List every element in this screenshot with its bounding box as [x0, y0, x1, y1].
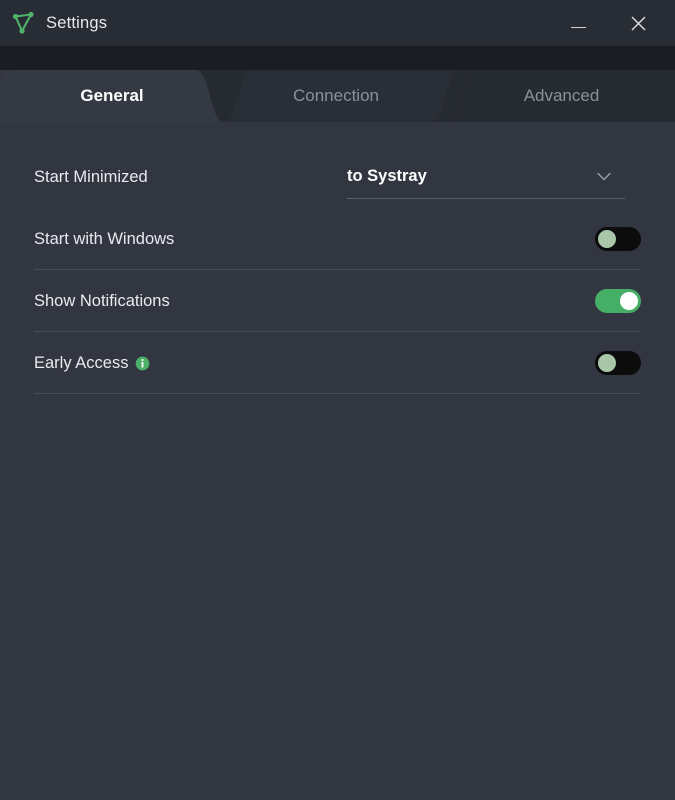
close-icon — [631, 16, 645, 30]
settings-list: Start Minimized to Systray Start with Wi… — [0, 122, 675, 394]
chevron-down-icon — [597, 172, 611, 181]
info-icon[interactable] — [135, 356, 150, 371]
titlebar-underline-strip — [0, 46, 675, 70]
settings-panel-general: Start Minimized to Systray Start with Wi… — [0, 122, 675, 800]
toggle-knob — [620, 292, 638, 310]
setting-row-show-notifications: Show Notifications — [34, 270, 641, 332]
toggle-knob — [598, 354, 616, 372]
setting-label-start-minimized: Start Minimized — [34, 167, 148, 186]
minimize-icon — [570, 26, 586, 29]
toggle-early-access[interactable] — [595, 351, 641, 375]
setting-label-early-access: Early Access — [34, 354, 150, 373]
close-button[interactable] — [615, 0, 661, 46]
title-bar: Settings — [0, 0, 675, 46]
setting-row-start-minimized: Start Minimized to Systray — [34, 146, 641, 208]
settings-window: Settings General Connection Advanced Sta… — [0, 0, 675, 800]
early-access-text: Early Access — [34, 353, 129, 372]
toggle-knob — [598, 230, 616, 248]
tab-connection[interactable]: Connection — [224, 70, 448, 122]
setting-label-show-notifications: Show Notifications — [34, 291, 170, 310]
tab-general[interactable]: General — [0, 70, 224, 122]
window-title: Settings — [46, 13, 108, 32]
setting-label-start-with-windows: Start with Windows — [34, 229, 175, 248]
toggle-show-notifications[interactable] — [595, 289, 641, 313]
setting-row-early-access: Early Access — [34, 332, 641, 394]
setting-row-start-with-windows: Start with Windows — [34, 208, 641, 270]
toggle-start-with-windows[interactable] — [595, 227, 641, 251]
row-divider — [34, 393, 641, 394]
start-minimized-dropdown[interactable]: to Systray — [347, 155, 625, 199]
minimize-button[interactable] — [555, 0, 601, 46]
window-controls — [555, 0, 675, 46]
mesh-triangle-logo-icon — [12, 11, 34, 34]
start-minimized-value: to Systray — [347, 167, 427, 185]
tab-advanced[interactable]: Advanced — [448, 70, 675, 122]
